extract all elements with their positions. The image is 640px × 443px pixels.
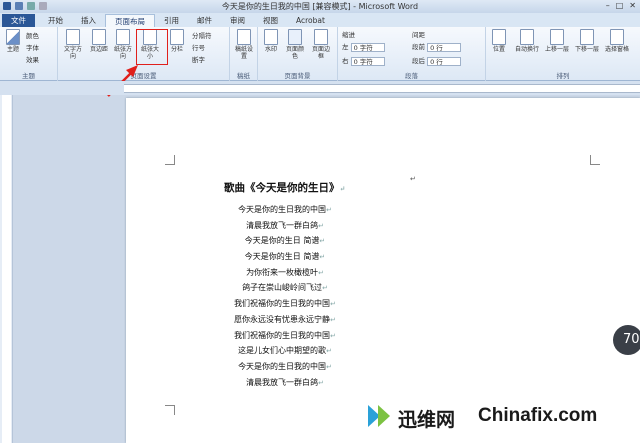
selection-pane-button[interactable]: 选择窗格	[604, 29, 630, 53]
send-backward-icon	[580, 29, 594, 45]
lyric-line[interactable]: 愿你永远没有忧患永远宁静↵	[200, 312, 370, 328]
wrap-text-icon	[520, 29, 534, 45]
song-title[interactable]: 歌曲《今天是你的生日》↵	[224, 180, 345, 195]
text-direction-icon	[66, 29, 80, 45]
send-backward-button[interactable]: 下移一层	[574, 29, 600, 53]
group-themes: 主题 颜色 字体 效果 主题	[0, 27, 58, 81]
margin-corner-mark	[590, 155, 600, 165]
lyric-line[interactable]: 清晨我放飞一群白鸽↵	[200, 218, 370, 234]
lyric-line[interactable]: 我们祝福你的生日我的中国↵	[200, 296, 370, 312]
lyric-line[interactable]: 鸽子在崇山峻岭间飞过↵	[200, 280, 370, 296]
lyric-line[interactable]: 我们祝福你的生日我的中国↵	[200, 328, 370, 344]
ribbon: 主题 颜色 字体 效果 主题 文字方向 页边距 纸张方向 纸张大小 分栏 分隔符…	[0, 27, 640, 81]
margin-corner-mark	[165, 405, 175, 415]
watermark-button[interactable]: 水印	[260, 29, 282, 53]
indent-right-row: 右 0 字符	[342, 55, 385, 66]
maximize-icon[interactable]: □	[616, 1, 624, 10]
spacing-before-row: 段前 0 行	[412, 41, 462, 52]
minimize-icon[interactable]: –	[606, 1, 610, 10]
window-title: 今天是你的生日我的中国 [兼容模式] - Microsoft Word	[221, 2, 419, 11]
spacing-after-row: 段后 0 行	[412, 55, 462, 66]
chinafix-logo-icon	[368, 405, 390, 427]
tab-view[interactable]: 视图	[254, 14, 287, 27]
tab-mailings[interactable]: 邮件	[188, 14, 221, 27]
manuscript-settings-button[interactable]: 稿纸设置	[233, 29, 255, 60]
group-label: 页面背景	[284, 72, 311, 80]
tab-review[interactable]: 审阅	[221, 14, 254, 27]
selection-pane-icon	[610, 29, 624, 45]
watermark-en-text: Chinafix.com	[478, 405, 598, 426]
vertical-ruler[interactable]	[0, 95, 13, 443]
indent-right-input[interactable]: 0 字符	[350, 56, 385, 66]
tab-file[interactable]: 文件	[2, 14, 35, 27]
lyrics[interactable]: 今天是你的生日我的中国↵ 清晨我放飞一群白鸽↵ 今天是你的生日 简谱↵ 今天是你…	[200, 202, 370, 390]
tab-references[interactable]: 引用	[155, 14, 188, 27]
group-manuscript: 稿纸设置 稿纸	[230, 27, 258, 81]
group-label: 主题	[22, 72, 35, 80]
themes-icon	[6, 29, 20, 45]
margin-corner-mark	[165, 155, 175, 165]
position-button[interactable]: 位置	[488, 29, 510, 53]
horizontal-ruler[interactable]	[124, 84, 640, 93]
group-label: 排列	[556, 72, 570, 80]
group-label: 稿纸	[237, 72, 250, 80]
page-color-icon	[288, 29, 302, 45]
lyric-line[interactable]: 清晨我放飞一群白鸽↵	[200, 375, 370, 391]
indent-left-input[interactable]: 0 字符	[350, 42, 385, 52]
spacing-label: 间距	[412, 31, 425, 39]
group-paragraph: 缩进 左 0 字符 右 0 字符 间距 段前 0 行 段后 0 行 段落	[338, 27, 486, 81]
spacing-after-input[interactable]: 0 行	[427, 56, 462, 66]
lyric-line[interactable]: 为你衔来一枚橄榄叶↵	[200, 265, 370, 281]
theme-colors-button[interactable]: 颜色	[26, 30, 39, 40]
watermark-icon	[264, 29, 278, 45]
text-direction-button[interactable]: 文字方向	[62, 29, 84, 60]
margins-icon	[92, 29, 106, 45]
line-numbers-button[interactable]: 行号	[192, 42, 205, 52]
wrap-text-button[interactable]: 自动换行	[514, 29, 540, 53]
indent-label: 缩进	[342, 31, 355, 39]
theme-effects-button[interactable]: 效果	[26, 54, 39, 64]
lyric-line[interactable]: 今天是你的生日我的中国↵	[200, 359, 370, 375]
manuscript-icon	[237, 29, 251, 45]
lyric-line[interactable]: 今天是你的生日 简谱↵	[200, 249, 370, 265]
bring-forward-icon	[550, 29, 564, 45]
orientation-icon	[116, 29, 130, 45]
text-cursor: ↵	[410, 175, 416, 183]
page-number-badge: 70	[613, 325, 640, 355]
tab-page-layout[interactable]: 页面布局	[105, 14, 155, 27]
page-color-button[interactable]: 页面颜色	[284, 29, 306, 60]
position-icon	[492, 29, 506, 45]
indent-left-row: 左 0 字符	[342, 41, 385, 52]
group-arrange: 位置 自动换行 上移一层 下移一层 选择窗格 排列	[486, 27, 640, 81]
columns-icon	[170, 29, 184, 45]
lyric-line[interactable]: 今天是你的生日 简谱↵	[200, 233, 370, 249]
group-page-background: 水印 页面颜色 页面边框 页面背景	[258, 27, 338, 81]
margins-button[interactable]: 页边距	[88, 29, 110, 53]
title-bar: 今天是你的生日我的中国 [兼容模式] - Microsoft Word – □ …	[0, 0, 640, 13]
spacing-before-input[interactable]: 0 行	[427, 42, 462, 52]
window-controls: – □ ✕	[606, 1, 636, 10]
lyric-line[interactable]: 今天是你的生日我的中国↵	[200, 202, 370, 218]
orientation-button[interactable]: 纸张方向	[112, 29, 134, 60]
hyphenation-button[interactable]: 断字	[192, 54, 205, 64]
close-icon[interactable]: ✕	[629, 1, 636, 10]
bring-forward-button[interactable]: 上移一层	[544, 29, 570, 53]
tab-home[interactable]: 开始	[39, 14, 72, 27]
tab-insert[interactable]: 插入	[72, 14, 105, 27]
columns-button[interactable]: 分栏	[166, 29, 188, 53]
breaks-button[interactable]: 分隔符	[192, 30, 212, 40]
theme-fonts-button[interactable]: 字体	[26, 42, 39, 52]
ribbon-tabs: 文件 开始 插入 页面布局 引用 邮件 审阅 视图 Acrobat	[0, 13, 640, 27]
group-label: 段落	[405, 72, 418, 80]
themes-button[interactable]: 主题	[2, 29, 24, 53]
watermark-cn-text: 迅维网	[398, 409, 456, 431]
page-borders-icon	[314, 29, 328, 45]
page-borders-button[interactable]: 页面边框	[310, 29, 332, 60]
lyric-line[interactable]: 这是儿女们心中期望的歌↵	[200, 343, 370, 359]
tab-acrobat[interactable]: Acrobat	[287, 14, 334, 27]
